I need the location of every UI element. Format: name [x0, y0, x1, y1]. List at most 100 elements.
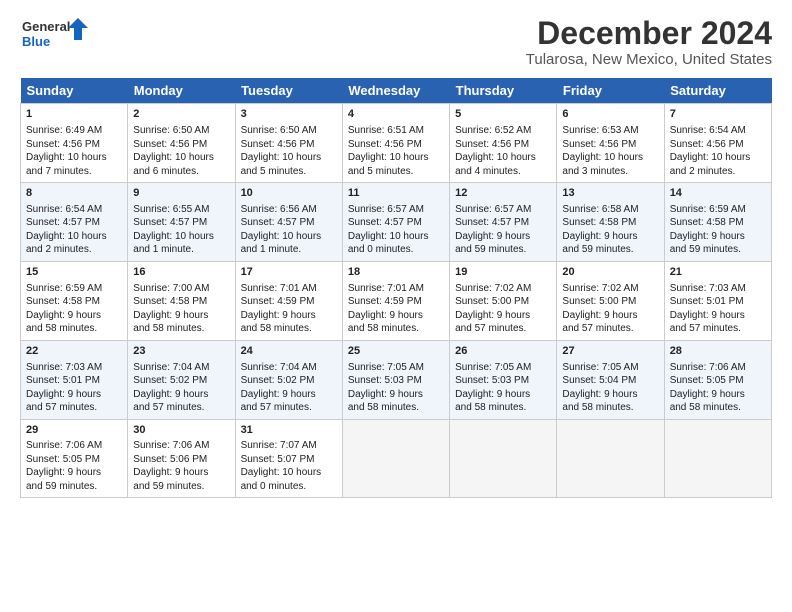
calendar-row: 8Sunrise: 6:54 AMSunset: 4:57 PMDaylight…	[21, 183, 772, 262]
day-cell-9: 9Sunrise: 6:55 AMSunset: 4:57 PMDaylight…	[128, 183, 235, 262]
title-block: December 2024 Tularosa, New Mexico, Unit…	[526, 16, 772, 68]
sunset-text: Sunset: 4:57 PM	[455, 216, 551, 230]
sunset-text: Sunset: 4:59 PM	[348, 295, 444, 309]
daylight-text: and 59 minutes.	[26, 480, 122, 494]
day-cell-20: 20Sunrise: 7:02 AMSunset: 5:00 PMDayligh…	[557, 261, 664, 340]
daylight-text: and 59 minutes.	[670, 243, 766, 257]
day-number: 3	[241, 107, 337, 122]
daylight-text: Daylight: 10 hours	[348, 151, 444, 165]
sunset-text: Sunset: 5:04 PM	[562, 374, 658, 388]
sunrise-text: Sunrise: 7:06 AM	[26, 439, 122, 453]
sunrise-text: Sunrise: 7:01 AM	[348, 282, 444, 296]
day-cell-27: 27Sunrise: 7:05 AMSunset: 5:04 PMDayligh…	[557, 340, 664, 419]
daylight-text: and 59 minutes.	[562, 243, 658, 257]
sunset-text: Sunset: 4:58 PM	[26, 295, 122, 309]
sunrise-text: Sunrise: 7:07 AM	[241, 439, 337, 453]
day-number: 24	[241, 344, 337, 359]
col-wednesday: Wednesday	[342, 78, 449, 104]
sunset-text: Sunset: 4:56 PM	[455, 138, 551, 152]
day-cell-17: 17Sunrise: 7:01 AMSunset: 4:59 PMDayligh…	[235, 261, 342, 340]
sunset-text: Sunset: 4:56 PM	[241, 138, 337, 152]
daylight-text: Daylight: 10 hours	[241, 230, 337, 244]
day-number: 19	[455, 265, 551, 280]
col-friday: Friday	[557, 78, 664, 104]
daylight-text: and 57 minutes.	[26, 401, 122, 415]
logo: GeneralBlue	[20, 16, 90, 52]
daylight-text: Daylight: 9 hours	[562, 309, 658, 323]
sunset-text: Sunset: 5:01 PM	[670, 295, 766, 309]
day-number: 12	[455, 186, 551, 201]
daylight-text: Daylight: 10 hours	[133, 151, 229, 165]
sunset-text: Sunset: 4:58 PM	[133, 295, 229, 309]
day-number: 16	[133, 265, 229, 280]
day-cell-2: 2Sunrise: 6:50 AMSunset: 4:56 PMDaylight…	[128, 104, 235, 183]
col-sunday: Sunday	[21, 78, 128, 104]
day-number: 10	[241, 186, 337, 201]
daylight-text: Daylight: 10 hours	[562, 151, 658, 165]
sunset-text: Sunset: 5:06 PM	[133, 453, 229, 467]
sunset-text: Sunset: 4:56 PM	[670, 138, 766, 152]
day-cell-19: 19Sunrise: 7:02 AMSunset: 5:00 PMDayligh…	[450, 261, 557, 340]
empty-cell	[342, 419, 449, 498]
sunset-text: Sunset: 4:57 PM	[26, 216, 122, 230]
day-number: 28	[670, 344, 766, 359]
daylight-text: Daylight: 9 hours	[26, 309, 122, 323]
daylight-text: Daylight: 9 hours	[670, 230, 766, 244]
sunrise-text: Sunrise: 6:58 AM	[562, 203, 658, 217]
sunset-text: Sunset: 4:56 PM	[348, 138, 444, 152]
svg-text:Blue: Blue	[22, 34, 50, 49]
daylight-text: and 2 minutes.	[26, 243, 122, 257]
day-number: 6	[562, 107, 658, 122]
day-number: 14	[670, 186, 766, 201]
daylight-text: and 1 minute.	[133, 243, 229, 257]
sunrise-text: Sunrise: 7:03 AM	[670, 282, 766, 296]
daylight-text: and 6 minutes.	[133, 165, 229, 179]
day-number: 18	[348, 265, 444, 280]
daylight-text: Daylight: 9 hours	[241, 309, 337, 323]
day-number: 4	[348, 107, 444, 122]
sunset-text: Sunset: 4:58 PM	[562, 216, 658, 230]
daylight-text: and 57 minutes.	[562, 322, 658, 336]
day-cell-28: 28Sunrise: 7:06 AMSunset: 5:05 PMDayligh…	[664, 340, 771, 419]
day-number: 1	[26, 107, 122, 122]
day-number: 30	[133, 423, 229, 438]
daylight-text: and 7 minutes.	[26, 165, 122, 179]
daylight-text: Daylight: 9 hours	[133, 388, 229, 402]
sunrise-text: Sunrise: 7:05 AM	[348, 361, 444, 375]
daylight-text: Daylight: 9 hours	[348, 309, 444, 323]
sunset-text: Sunset: 5:03 PM	[455, 374, 551, 388]
daylight-text: Daylight: 10 hours	[455, 151, 551, 165]
sunrise-text: Sunrise: 7:04 AM	[133, 361, 229, 375]
daylight-text: and 58 minutes.	[348, 322, 444, 336]
daylight-text: Daylight: 9 hours	[26, 466, 122, 480]
daylight-text: Daylight: 9 hours	[670, 309, 766, 323]
calendar-row: 1Sunrise: 6:49 AMSunset: 4:56 PMDaylight…	[21, 104, 772, 183]
day-number: 15	[26, 265, 122, 280]
day-cell-6: 6Sunrise: 6:53 AMSunset: 4:56 PMDaylight…	[557, 104, 664, 183]
daylight-text: Daylight: 10 hours	[348, 230, 444, 244]
daylight-text: Daylight: 9 hours	[455, 309, 551, 323]
daylight-text: and 5 minutes.	[348, 165, 444, 179]
daylight-text: and 58 minutes.	[670, 401, 766, 415]
daylight-text: and 58 minutes.	[455, 401, 551, 415]
day-cell-15: 15Sunrise: 6:59 AMSunset: 4:58 PMDayligh…	[21, 261, 128, 340]
day-cell-11: 11Sunrise: 6:57 AMSunset: 4:57 PMDayligh…	[342, 183, 449, 262]
calendar-table: Sunday Monday Tuesday Wednesday Thursday…	[20, 78, 772, 498]
day-cell-29: 29Sunrise: 7:06 AMSunset: 5:05 PMDayligh…	[21, 419, 128, 498]
sunrise-text: Sunrise: 6:52 AM	[455, 124, 551, 138]
day-cell-5: 5Sunrise: 6:52 AMSunset: 4:56 PMDaylight…	[450, 104, 557, 183]
daylight-text: Daylight: 9 hours	[455, 388, 551, 402]
calendar-row: 15Sunrise: 6:59 AMSunset: 4:58 PMDayligh…	[21, 261, 772, 340]
sunrise-text: Sunrise: 7:02 AM	[455, 282, 551, 296]
sunset-text: Sunset: 4:57 PM	[348, 216, 444, 230]
sunset-text: Sunset: 5:02 PM	[241, 374, 337, 388]
day-number: 13	[562, 186, 658, 201]
header-row: Sunday Monday Tuesday Wednesday Thursday…	[21, 78, 772, 104]
day-cell-4: 4Sunrise: 6:51 AMSunset: 4:56 PMDaylight…	[342, 104, 449, 183]
sunrise-text: Sunrise: 6:50 AM	[133, 124, 229, 138]
sunset-text: Sunset: 5:03 PM	[348, 374, 444, 388]
empty-cell	[450, 419, 557, 498]
daylight-text: and 4 minutes.	[455, 165, 551, 179]
daylight-text: Daylight: 9 hours	[133, 466, 229, 480]
sunrise-text: Sunrise: 6:50 AM	[241, 124, 337, 138]
